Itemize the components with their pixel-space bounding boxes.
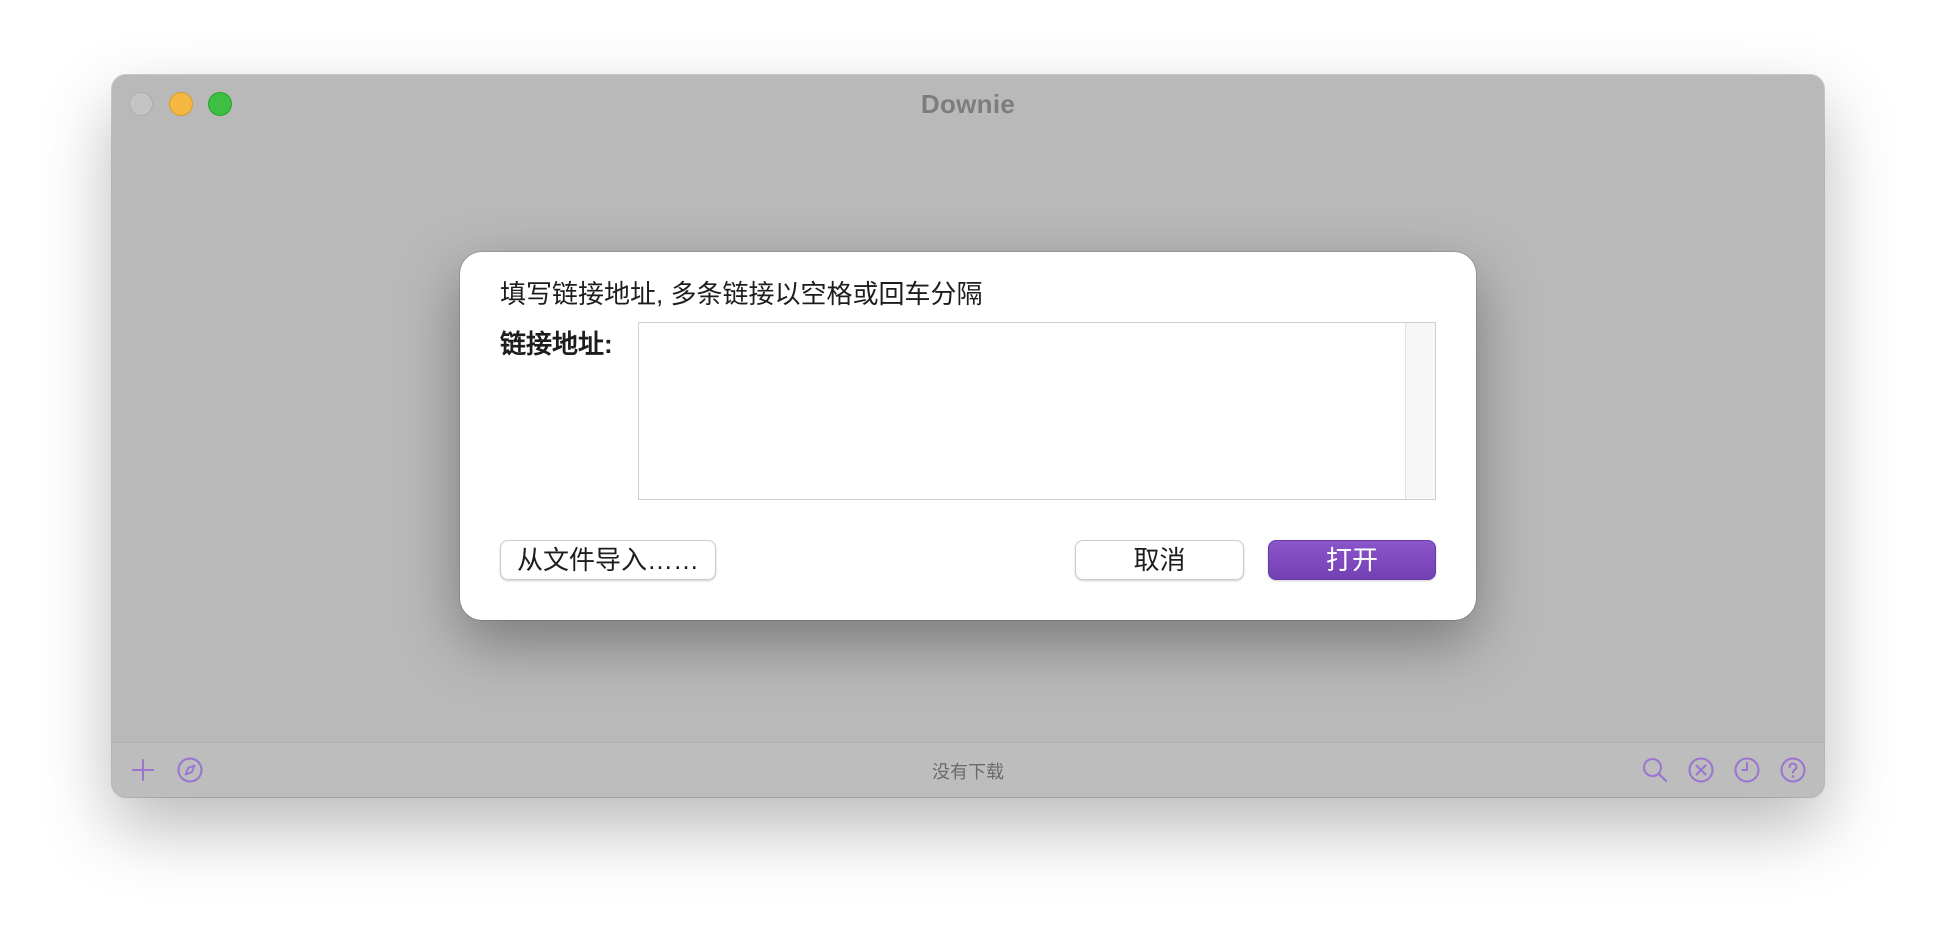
title-bar: Downie <box>112 75 1824 133</box>
desktop: Downie 没有下载 填写链接地址, 多条链接以空格或回车分隔 链接地址: 从… <box>0 0 1936 944</box>
search-icon[interactable] <box>1640 755 1670 785</box>
url-field-label: 链接地址: <box>500 329 613 359</box>
url-textarea-container <box>638 322 1436 500</box>
add-link-dialog: 填写链接地址, 多条链接以空格或回车分隔 链接地址: 从文件导入…… 取消 打开 <box>460 252 1476 620</box>
import-from-file-button[interactable]: 从文件导入…… <box>500 540 716 580</box>
url-textarea[interactable] <box>639 323 1405 499</box>
url-textarea-scrollbar[interactable] <box>1405 323 1435 499</box>
cancel-button[interactable]: 取消 <box>1075 540 1244 580</box>
close-circle-icon[interactable] <box>1686 755 1716 785</box>
dialog-instruction: 填写链接地址, 多条链接以空格或回车分隔 <box>500 279 983 309</box>
download-status-text: 没有下载 <box>932 762 1004 782</box>
bottom-toolbar: 没有下载 <box>112 742 1824 797</box>
help-icon[interactable] <box>1778 755 1808 785</box>
clock-icon[interactable] <box>1732 755 1762 785</box>
window-title: Downie <box>920 89 1016 119</box>
open-button[interactable]: 打开 <box>1268 540 1436 580</box>
